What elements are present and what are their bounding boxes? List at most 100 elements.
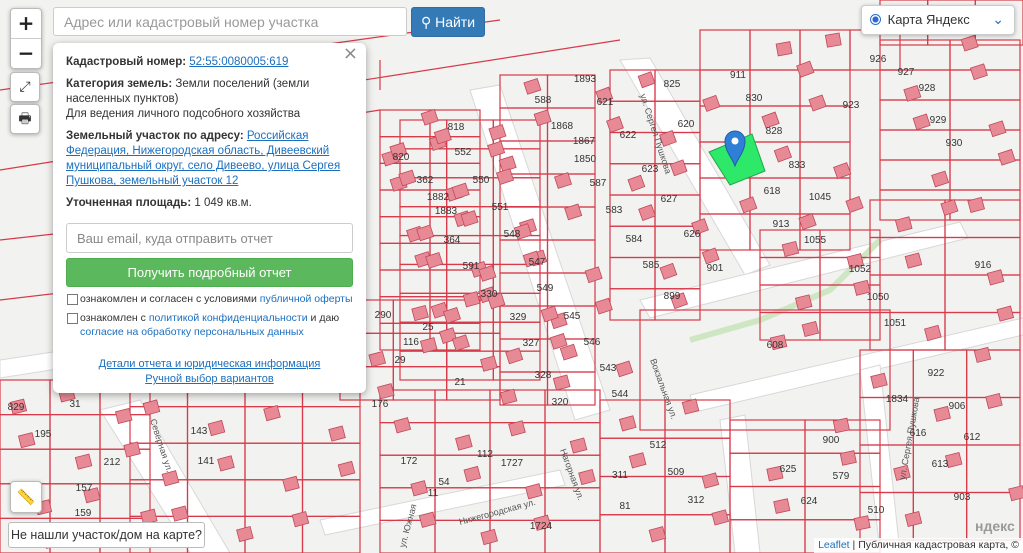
parcel-number-label: 627 <box>661 194 678 205</box>
parcel-number-label: 913 <box>773 219 790 230</box>
print-button[interactable]: 🖶 <box>10 104 40 134</box>
parcel-number-label: 591 <box>463 261 480 272</box>
parcel-number-label: 621 <box>597 97 614 108</box>
parcel-number-label: 364 <box>444 235 461 246</box>
parcel-number-label: 626 <box>684 229 701 240</box>
parcel-number-label: 1883 <box>435 206 458 217</box>
parcel-number-label: 622 <box>620 130 637 141</box>
parcel-number-label: 1724 <box>530 521 553 532</box>
parcel-number-label: 1055 <box>804 235 827 246</box>
category-label: Категория земель: <box>66 78 173 90</box>
parcel-number-label: 579 <box>833 471 850 482</box>
parcel-number-label: 624 <box>801 496 818 507</box>
parcel-number-label: 311 <box>612 470 628 481</box>
parcel-number-label: 1867 <box>573 136 596 147</box>
cadastral-row: Кадастровый номер: 52:55:0080005:619 <box>66 55 354 70</box>
parcel-number-label: 901 <box>707 263 724 274</box>
printer-icon: 🖶 <box>18 111 32 127</box>
offer-link[interactable]: публичной оферты <box>260 293 353 305</box>
parcel-number-label: 362 <box>417 175 434 186</box>
parcel-number-label: 512 <box>650 440 667 451</box>
parcel-number-label: 1051 <box>884 318 907 329</box>
parcel-number-label: 172 <box>401 456 418 467</box>
building <box>839 450 857 466</box>
privacy-policy-link[interactable]: политикой конфиденциальности <box>149 312 308 324</box>
attribution-source: Публичная кадастровая карта, © <box>858 539 1019 551</box>
measure-button[interactable]: 📏 <box>10 481 42 513</box>
parcel-number-label: 923 <box>843 100 860 111</box>
parcel-number-label: 830 <box>746 93 763 104</box>
building <box>853 515 871 531</box>
parcel-number-label: 1050 <box>867 292 890 303</box>
parcel-number-label: 900 <box>823 435 840 446</box>
parcel-number-label: 927 <box>898 67 915 78</box>
privacy-checkbox[interactable] <box>67 313 78 324</box>
zoom-in-button[interactable]: + <box>11 9 41 38</box>
parcel-number-label: 588 <box>535 95 552 106</box>
parcel-number-label: 551 <box>492 202 509 213</box>
parcel-number-label: 195 <box>35 429 52 440</box>
leaflet-link[interactable]: Leaflet <box>818 539 850 551</box>
parcel-number-label: 1882 <box>427 192 450 203</box>
cadastral-label: Кадастровый номер: <box>66 56 187 68</box>
cadastral-number-link[interactable]: 52:55:0080005:619 <box>189 56 288 68</box>
find-button[interactable]: ⚲ Найти <box>411 7 485 37</box>
privacy-consent: ознакомлен с политикой конфиденциальност… <box>66 311 354 339</box>
parcel-number-label: 818 <box>448 122 465 133</box>
parcel-number-label: 585 <box>643 260 660 271</box>
fullscreen-button[interactable]: ⤢ <box>10 72 40 102</box>
not-found-button[interactable]: Не нашли участок/дом на карте? <box>8 522 205 548</box>
search-input[interactable] <box>53 7 407 36</box>
parcel-number-label: 29 <box>394 355 406 366</box>
find-button-label: Найти <box>435 14 476 30</box>
parcel-number-label: 1727 <box>501 458 524 469</box>
parcel-number-label: 31 <box>69 399 81 410</box>
parcel-number-label: 312 <box>688 495 705 506</box>
parcel-number-label: 327 <box>523 338 540 349</box>
parcel-number-label: 328 <box>535 370 552 381</box>
parcel-number-label: 545 <box>564 311 581 322</box>
building <box>832 417 850 434</box>
parcel-number-label: 825 <box>664 79 681 90</box>
layer-select[interactable]: Карта Яндекс ⌄ <box>861 5 1015 35</box>
parcel-number-label: 906 <box>949 401 966 412</box>
parcel-number-label: 549 <box>537 283 554 294</box>
manual-selection-link[interactable]: Ручной выбор вариантов <box>145 373 273 385</box>
email-field[interactable] <box>66 223 353 253</box>
address-label: Земельный участок по адресу: <box>66 130 244 142</box>
parcel-number-label: 911 <box>730 70 746 81</box>
report-details-link[interactable]: Детали отчета и юридическая информация <box>99 358 321 370</box>
parcel-number-label: 623 <box>642 164 659 175</box>
area-label: Уточненная площадь: <box>66 197 192 209</box>
offer-checkbox[interactable] <box>67 294 78 305</box>
parcel-number-label: 1052 <box>849 264 872 275</box>
parcel-number-label: 510 <box>868 505 885 516</box>
parcel-number-label: 1850 <box>574 154 597 165</box>
parcel-number-label: 899 <box>664 291 681 302</box>
privacy-consent-prefix: ознакомлен с <box>80 312 146 324</box>
parcel-number-label: 587 <box>590 178 607 189</box>
data-processing-link[interactable]: согласие на обработку персональных данны… <box>80 326 304 338</box>
layer-select-label: Карта Яндекс <box>887 12 970 27</box>
parcel-number-label: 112 <box>477 449 493 460</box>
parcel-number-label: 1893 <box>574 74 597 85</box>
parcel-number-label: 618 <box>764 186 781 197</box>
parcel-number-label: 543 <box>600 363 617 374</box>
privacy-consent-mid: и даю <box>310 312 340 324</box>
parcel-number-label: 159 <box>75 508 92 519</box>
parcel-number-label: 625 <box>780 464 797 475</box>
zoom-out-button[interactable]: − <box>11 38 41 68</box>
parcel-number-label: 290 <box>375 310 392 321</box>
building <box>773 498 791 514</box>
parcel-number-label: 916 <box>975 260 992 271</box>
parcel-number-label: 25 <box>422 322 434 333</box>
parcel-number-label: 320 <box>552 397 569 408</box>
parcel-number-label: 11 <box>428 488 439 499</box>
area-row: Уточненная площадь: 1 049 кв.м. <box>66 196 354 211</box>
close-icon[interactable]: × <box>343 45 358 63</box>
parcel-number-label: 212 <box>104 457 121 468</box>
building <box>824 32 842 48</box>
category-row: Категория земель: Земли поселений (земли… <box>66 77 354 122</box>
get-report-button[interactable]: Получить подробный отчет <box>66 258 353 287</box>
expand-icon: ⤢ <box>19 79 31 95</box>
